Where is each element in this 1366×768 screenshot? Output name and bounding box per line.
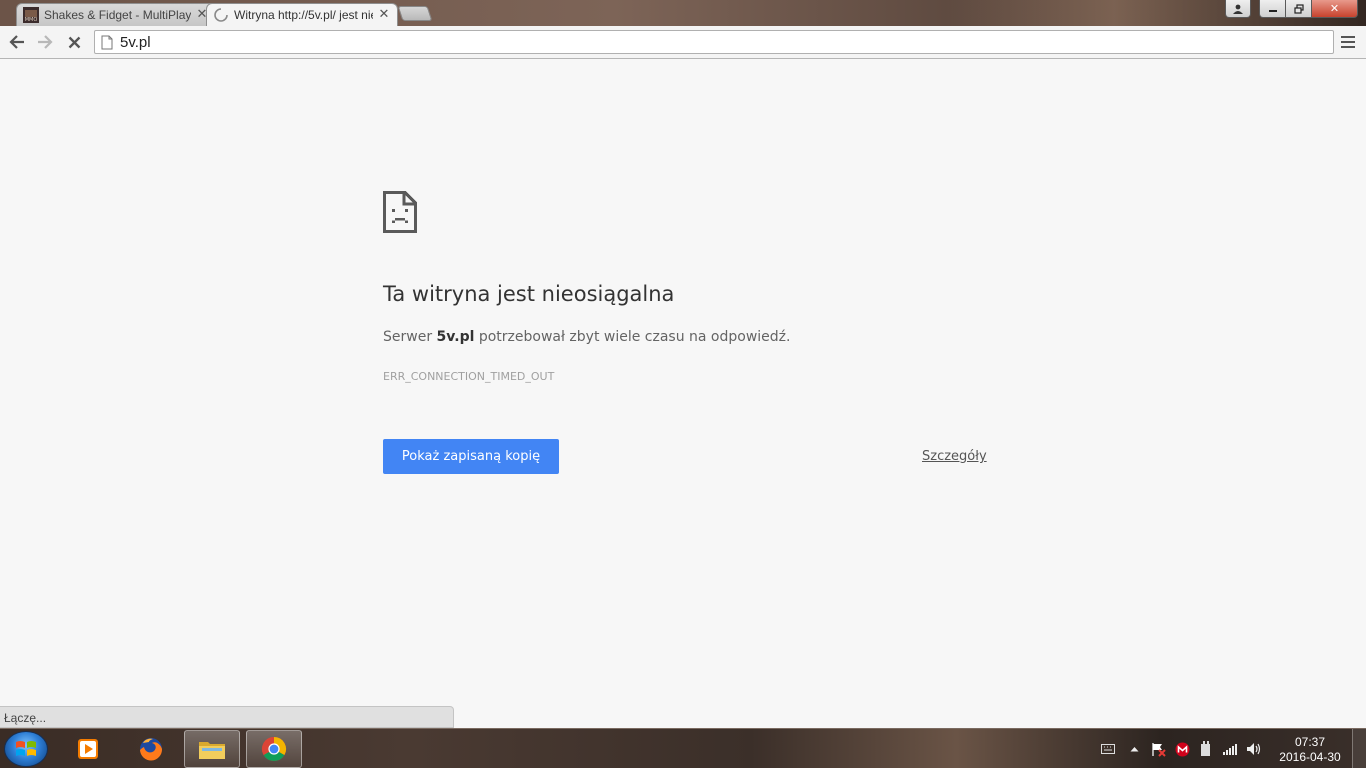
volume-icon[interactable]: [1246, 741, 1262, 757]
windows-logo-icon: [16, 741, 36, 756]
taskbar-clock[interactable]: 07:37 2016-04-30: [1272, 735, 1348, 765]
show-desktop-button[interactable]: [1352, 729, 1366, 768]
start-button[interactable]: [4, 731, 48, 767]
sad-page-icon: [383, 191, 417, 233]
tab-title: Witryna http://5v.pl/ jest nieosiągalna: [234, 8, 373, 22]
address-bar[interactable]: 5v.pl: [94, 30, 1334, 54]
firefox-icon[interactable]: [123, 730, 179, 768]
forward-arrow-icon[interactable]: [33, 31, 57, 53]
minimize-button[interactable]: [1259, 0, 1286, 18]
status-bubble: Łączę...: [0, 706, 454, 728]
media-player-icon[interactable]: [60, 730, 116, 768]
show-hidden-icons-arrow[interactable]: [1126, 741, 1142, 757]
close-window-button[interactable]: ✕: [1312, 0, 1358, 18]
tab-shakes-fidget[interactable]: MMO Shakes & Fidget - MultiPlayer ✕: [16, 3, 216, 26]
keyboard-icon[interactable]: [1100, 741, 1116, 757]
user-profile-icon[interactable]: [1225, 0, 1251, 18]
tab-title: Shakes & Fidget - MultiPlayer: [44, 8, 191, 22]
new-tab-button[interactable]: [397, 6, 433, 21]
close-tab-icon[interactable]: ✕: [377, 8, 391, 22]
error-message: Serwer 5v.pl potrzebował zbyt wiele czas…: [383, 329, 790, 345]
chrome-icon[interactable]: [246, 730, 302, 768]
clock-time: 07:37: [1294, 735, 1326, 749]
error-page: Ta witryna jest nieosiągalna Serwer 5v.p…: [0, 60, 1366, 728]
error-host: 5v.pl: [436, 329, 475, 345]
show-cached-copy-button[interactable]: Pokaż zapisaną kopię: [383, 439, 559, 474]
window-controls: ✕: [1225, 0, 1358, 18]
error-message-prefix: Serwer: [383, 329, 437, 345]
chrome-menu-icon[interactable]: [1340, 34, 1356, 50]
address-bar-url[interactable]: 5v.pl: [120, 34, 151, 51]
error-heading: Ta witryna jest nieosiągalna: [383, 282, 675, 306]
network-signal-icon[interactable]: [1222, 741, 1238, 757]
action-center-flag-icon[interactable]: [1150, 741, 1166, 757]
mmo-game-icon: MMO: [23, 7, 39, 23]
tab-5v-pl[interactable]: Witryna http://5v.pl/ jest nieosiągalna …: [206, 3, 398, 26]
windows-taskbar: 07:37 2016-04-30: [0, 728, 1366, 768]
power-icon[interactable]: [1198, 741, 1214, 757]
error-code: ERR_CONNECTION_TIMED_OUT: [383, 370, 555, 383]
svg-text:MMO: MMO: [25, 17, 38, 23]
antivirus-icon[interactable]: [1174, 741, 1190, 757]
file-explorer-icon[interactable]: [184, 730, 240, 768]
browser-toolbar: 5v.pl: [0, 26, 1366, 59]
stop-loading-icon[interactable]: [62, 31, 86, 53]
loading-spinner-icon: [213, 7, 229, 23]
restore-button[interactable]: [1286, 0, 1312, 18]
system-tray: [1100, 729, 1262, 768]
browser-titlebar: MMO Shakes & Fidget - MultiPlayer ✕ Witr…: [0, 0, 1366, 26]
back-arrow-icon[interactable]: [5, 31, 29, 53]
details-link[interactable]: Szczegóły: [922, 449, 987, 464]
error-message-suffix: potrzebował zbyt wiele czasu na odpowied…: [474, 329, 791, 345]
page-info-icon[interactable]: [101, 34, 115, 50]
clock-date: 2016-04-30: [1279, 750, 1341, 764]
